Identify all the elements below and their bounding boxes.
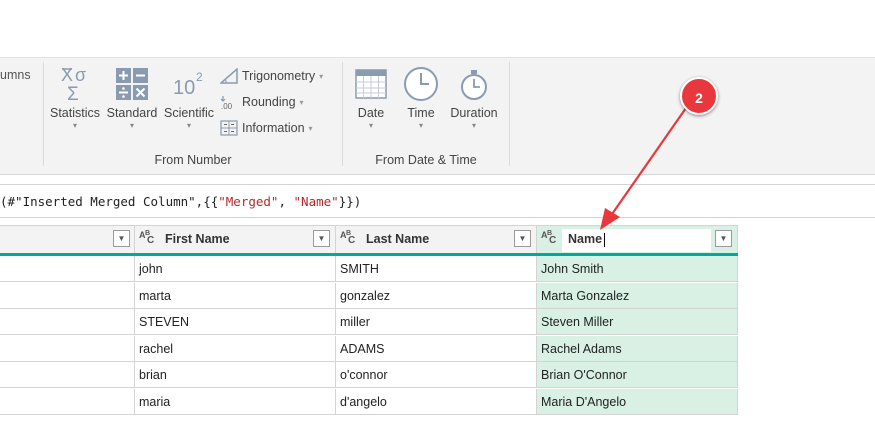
annotation-arrow	[600, 107, 687, 230]
step-badge: 2	[680, 77, 718, 115]
